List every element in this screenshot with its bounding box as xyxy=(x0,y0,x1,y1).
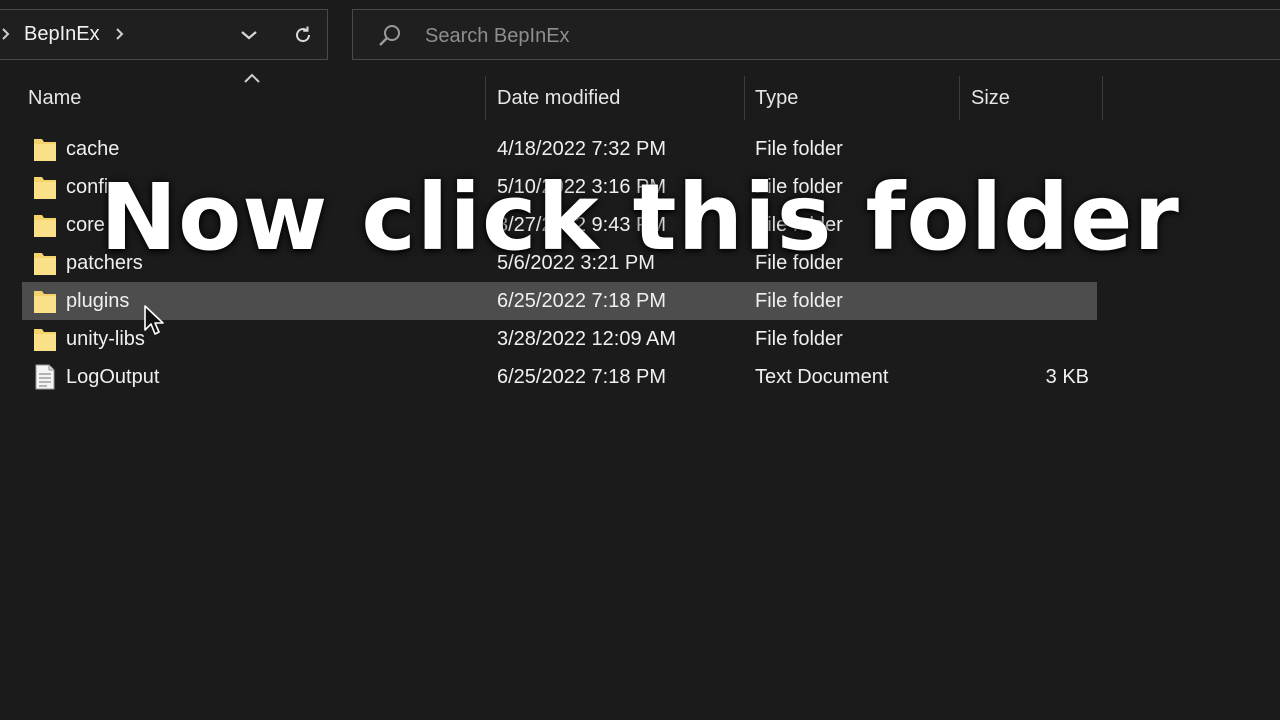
column-divider[interactable] xyxy=(1102,76,1103,120)
chevron-down-icon xyxy=(241,31,257,40)
list-item-unity-libs[interactable]: unity-libs 3/28/2022 12:09 AM File folde… xyxy=(22,320,1097,358)
address-dropdown-button[interactable] xyxy=(236,24,262,46)
file-type: File folder xyxy=(755,290,843,312)
file-date-modified: 6/25/2022 7:18 PM xyxy=(497,290,667,312)
file-explorer-window: BepInEx Name Date modified Type xyxy=(0,0,1280,720)
text-document-icon xyxy=(35,364,55,390)
chevron-right-icon[interactable] xyxy=(114,26,126,42)
search-box[interactable] xyxy=(352,9,1280,60)
chevron-left-icon[interactable] xyxy=(1,24,11,44)
search-input[interactable] xyxy=(423,19,1027,53)
file-type: File folder xyxy=(755,328,843,350)
column-divider[interactable] xyxy=(744,76,745,120)
column-divider[interactable] xyxy=(959,76,960,120)
file-name: LogOutput xyxy=(66,366,160,388)
file-name: unity-libs xyxy=(66,328,145,350)
file-size: 3 KB xyxy=(1045,366,1089,388)
file-date-modified: 6/25/2022 7:18 PM xyxy=(497,366,667,388)
breadcrumb-bepinex[interactable]: BepInEx xyxy=(24,22,100,46)
overlay-caption: Now click this folder xyxy=(100,164,1180,271)
column-header-name[interactable]: Name xyxy=(28,76,484,120)
folder-icon xyxy=(34,291,56,313)
search-icon xyxy=(379,25,400,46)
column-header-type[interactable]: Type xyxy=(755,76,958,120)
address-bar[interactable]: BepInEx xyxy=(0,9,328,60)
file-name: plugins xyxy=(66,290,130,312)
column-header-size[interactable]: Size xyxy=(971,76,1101,120)
list-item-logoutput[interactable]: LogOutput 6/25/2022 7:18 PM Text Documen… xyxy=(22,358,1097,396)
list-item-plugins[interactable]: plugins 6/25/2022 7:18 PM File folder xyxy=(22,282,1097,320)
file-type: Text Document xyxy=(755,366,889,388)
column-divider[interactable] xyxy=(485,76,486,120)
refresh-button[interactable] xyxy=(290,22,316,48)
mouse-cursor-icon xyxy=(144,305,164,335)
file-date-modified: 3/28/2022 12:09 AM xyxy=(497,328,677,350)
column-header-date-modified[interactable]: Date modified xyxy=(497,76,743,120)
refresh-icon xyxy=(296,26,311,43)
folder-icon xyxy=(34,329,56,351)
